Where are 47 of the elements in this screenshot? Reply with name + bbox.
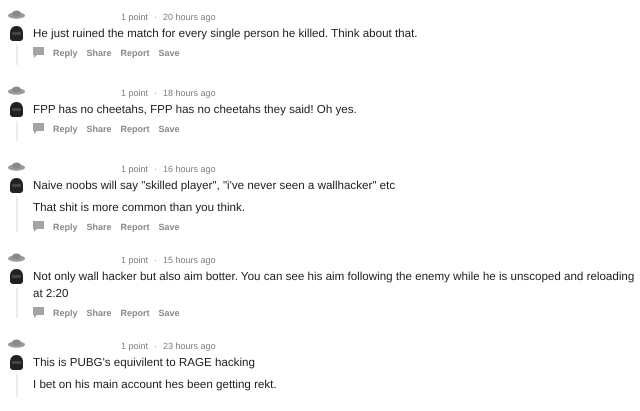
comment-text: Naive noobs will say "skilled player", "i've never seen a wallhacker" etc [33, 178, 396, 194]
points: 1 point [121, 255, 148, 265]
comment-text: FPP has no cheetahs, FPP has no cheetahs they said! Oh yes. [33, 102, 358, 118]
comment-icon [33, 307, 44, 318]
action-link[interactable]: Report [120, 48, 150, 58]
comment-text: This is PUBG's equivilent to RAGE hacking [33, 355, 256, 371]
action-link[interactable]: Report [120, 222, 150, 232]
timestamp: 16 hours ago [163, 164, 216, 174]
action-link[interactable]: Reply [53, 308, 78, 318]
comment-icon [33, 221, 44, 232]
action-link[interactable]: Reply [53, 48, 78, 58]
separator: · [154, 341, 158, 351]
helmet-avatar-icon [10, 102, 23, 117]
action-link[interactable]: Save [158, 222, 180, 232]
points: 1 point [121, 88, 148, 98]
comment-text: He just ruined the match for every single person he killed. Think about that. [33, 26, 419, 42]
action-link[interactable]: Reply [53, 124, 78, 134]
points: 1 point [121, 164, 148, 174]
timestamp: 20 hours ago [163, 12, 216, 22]
comment-text: I bet on his main account hes been getting rekt. [33, 377, 278, 393]
action-link[interactable]: Report [120, 124, 150, 134]
comment-icon [33, 123, 44, 134]
action-link[interactable]: Share [86, 124, 112, 134]
timestamp: 15 hours ago [163, 255, 216, 265]
separator: · [154, 255, 158, 265]
comment-icon [33, 47, 44, 58]
comment-text: Not only wall hacker but also aim botter. You can see his aim following the enemy while he is unscoped and reloading at 2:20 [33, 269, 636, 302]
separator: · [154, 12, 158, 22]
points: 1 point [121, 12, 148, 22]
separator: · [154, 164, 158, 174]
action-link[interactable]: Save [158, 48, 180, 58]
helmet-avatar-icon [10, 26, 23, 41]
action-link[interactable]: Reply [53, 222, 78, 232]
points: 1 point [121, 341, 148, 351]
action-link[interactable]: Save [158, 308, 180, 318]
timestamp: 23 hours ago [163, 341, 216, 351]
action-link[interactable]: Share [86, 48, 112, 58]
helmet-avatar-icon [10, 178, 23, 193]
separator: · [154, 88, 158, 98]
timestamp: 18 hours ago [163, 88, 216, 98]
action-link[interactable]: Share [86, 222, 112, 232]
action-link[interactable]: Report [120, 308, 150, 318]
helmet-avatar-icon [10, 355, 23, 370]
action-link[interactable]: Share [86, 308, 112, 318]
helmet-avatar-icon [10, 269, 23, 284]
comment-text: That shit is more common than you think. [33, 200, 246, 216]
action-link[interactable]: Save [158, 124, 180, 134]
